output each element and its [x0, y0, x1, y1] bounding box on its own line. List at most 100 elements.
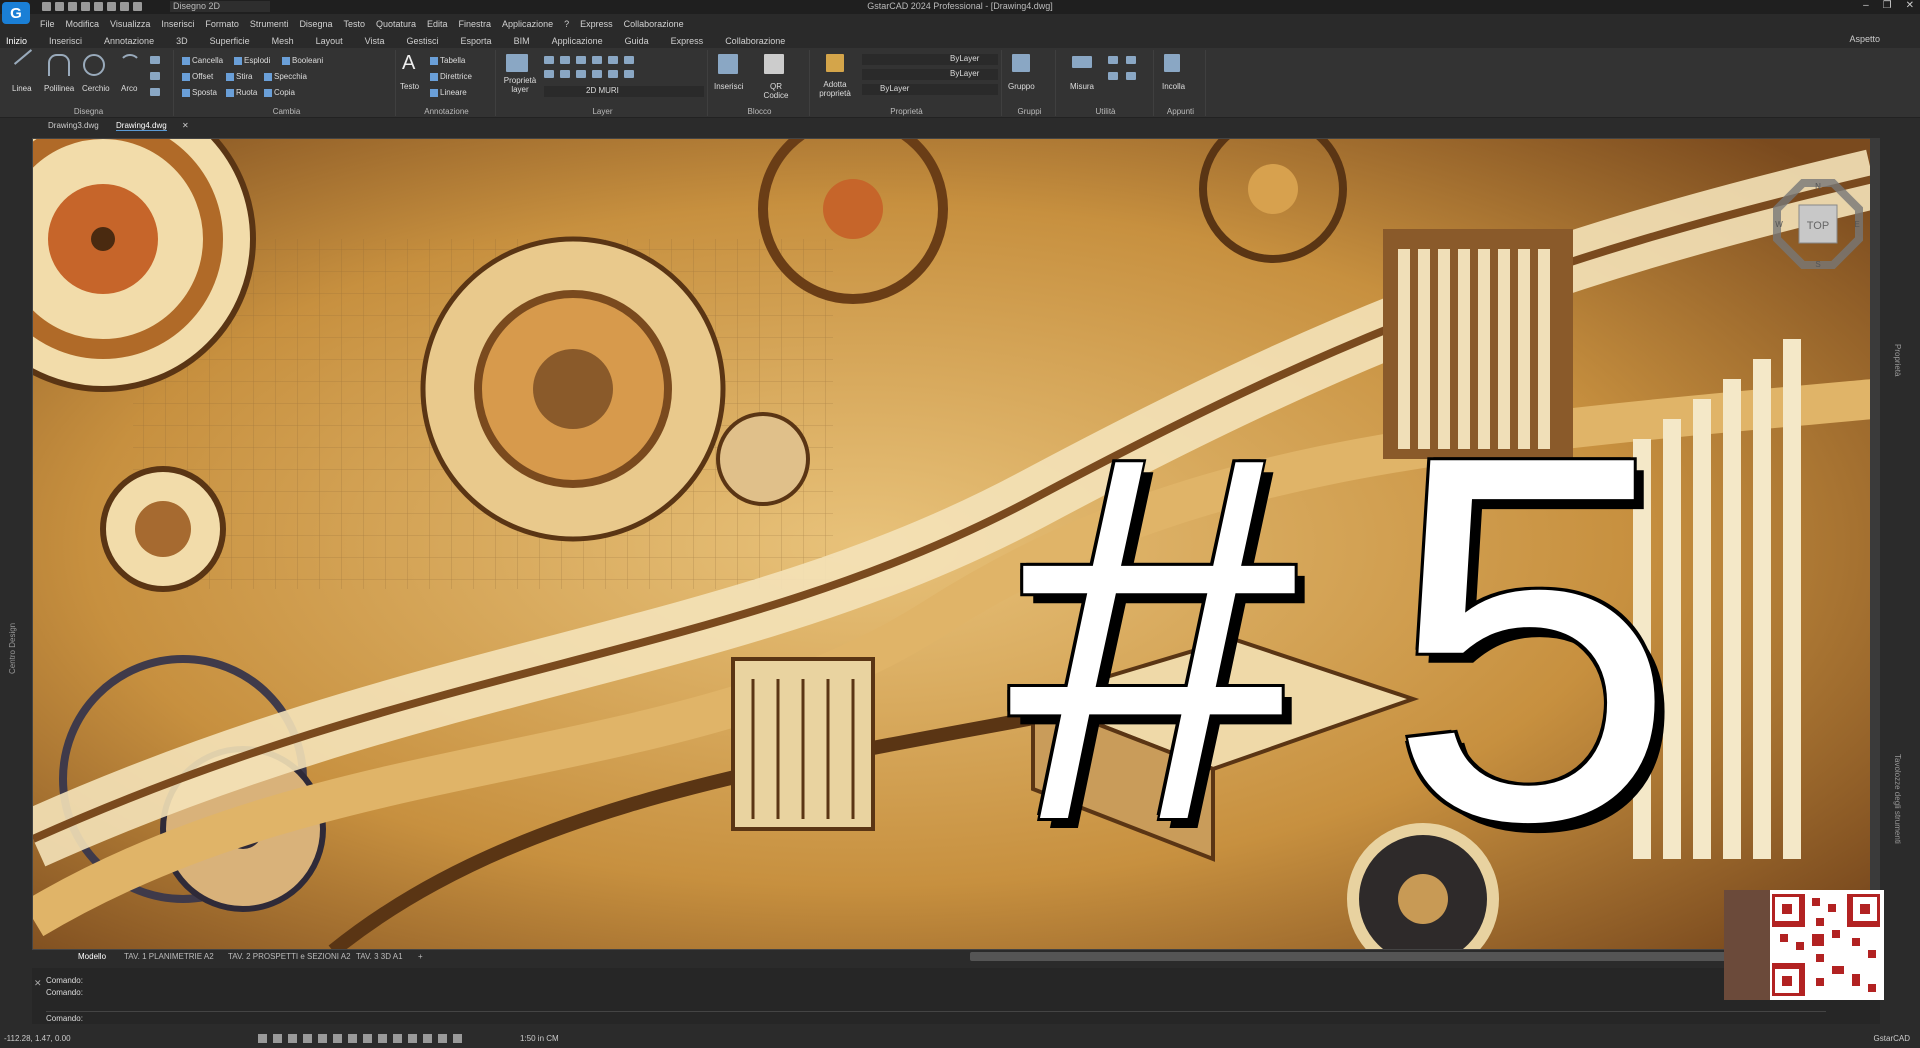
- region-icon[interactable]: [150, 88, 160, 96]
- layer-tool-icon[interactable]: [576, 56, 586, 64]
- rectangle-icon[interactable]: [150, 72, 160, 80]
- tab-annotazione[interactable]: Annotazione: [104, 36, 154, 46]
- hatch-icon[interactable]: [150, 56, 160, 64]
- otrack-toggle-icon[interactable]: [333, 1034, 342, 1043]
- tab-express[interactable]: Express: [671, 36, 704, 46]
- snap-toggle-icon[interactable]: [273, 1034, 282, 1043]
- tab-tav3[interactable]: TAV. 3 3D A1: [356, 952, 403, 961]
- tab-esporta[interactable]: Esporta: [461, 36, 492, 46]
- tab-inizio[interactable]: Inizio: [6, 36, 27, 46]
- utility-icon[interactable]: [1126, 56, 1136, 64]
- transparency-toggle-icon[interactable]: [393, 1034, 402, 1043]
- viewcube-top-label[interactable]: TOP: [1807, 220, 1829, 232]
- tab-collaborazione[interactable]: Collaborazione: [725, 36, 785, 46]
- minimize-button[interactable]: –: [1863, 0, 1869, 11]
- model-space-icon[interactable]: [423, 1034, 432, 1043]
- osnap-toggle-icon[interactable]: [318, 1034, 327, 1043]
- group-button[interactable]: Gruppo: [1008, 82, 1035, 91]
- layer-properties-button[interactable]: Proprietà layer: [500, 76, 540, 94]
- tab-tav1[interactable]: TAV. 1 PLANIMETRIE A2: [124, 952, 214, 961]
- erase-button[interactable]: Cancella: [182, 56, 223, 65]
- paste-button[interactable]: Incolla: [1162, 82, 1185, 91]
- boolean-button[interactable]: Booleani: [282, 56, 323, 65]
- color-dropdown[interactable]: ByLayer: [862, 54, 998, 65]
- move-button[interactable]: Sposta: [182, 88, 217, 97]
- maximize-button[interactable]: ❐: [1883, 0, 1892, 11]
- command-input[interactable]: Comando:: [46, 1014, 83, 1023]
- current-layer-dropdown[interactable]: 2D MURI: [544, 86, 704, 97]
- line-tool-button[interactable]: Linea: [12, 84, 32, 93]
- doc-tab-drawing3[interactable]: Drawing3.dwg: [48, 121, 99, 130]
- linear-dim-button[interactable]: Lineare: [430, 88, 467, 97]
- menu-file[interactable]: File: [40, 19, 55, 29]
- tab-layout[interactable]: Layout: [316, 36, 343, 46]
- polar-toggle-icon[interactable]: [303, 1034, 312, 1043]
- selection-cycling-icon[interactable]: [408, 1034, 417, 1043]
- arc-tool-button[interactable]: Arco: [121, 84, 137, 93]
- close-command-icon[interactable]: ✕: [34, 978, 42, 989]
- menu-modifica[interactable]: Modifica: [66, 19, 100, 29]
- dyn-toggle-icon[interactable]: [363, 1034, 372, 1043]
- leader-button[interactable]: Direttrice: [430, 72, 472, 81]
- layer-tool-icon[interactable]: [608, 56, 618, 64]
- layer-tool-icon[interactable]: [608, 70, 618, 78]
- tab-bim[interactable]: BIM: [514, 36, 530, 46]
- design-center-label[interactable]: Centro Design: [8, 623, 17, 674]
- tab-applicazione[interactable]: Applicazione: [552, 36, 603, 46]
- menu-strumenti[interactable]: Strumenti: [250, 19, 289, 29]
- layer-tool-icon[interactable]: [560, 70, 570, 78]
- ducs-toggle-icon[interactable]: [348, 1034, 357, 1043]
- tab-guida[interactable]: Guida: [625, 36, 649, 46]
- layer-tool-icon[interactable]: [592, 70, 602, 78]
- menu-help[interactable]: ?: [564, 19, 569, 29]
- lineweight-dropdown[interactable]: ByLayer: [862, 84, 998, 95]
- properties-palette-label[interactable]: Proprietà: [1893, 344, 1902, 376]
- layer-tool-icon[interactable]: [560, 56, 570, 64]
- tab-mesh[interactable]: Mesh: [272, 36, 294, 46]
- tab-3d[interactable]: 3D: [176, 36, 188, 46]
- layer-tool-icon[interactable]: [576, 70, 586, 78]
- viewcube[interactable]: TOP N S W E: [1773, 179, 1863, 269]
- horizontal-scrollbar[interactable]: [970, 952, 1730, 961]
- layer-tool-icon[interactable]: [544, 56, 554, 64]
- annotation-scale[interactable]: 1:50 in CM: [520, 1034, 559, 1043]
- insert-block-button[interactable]: Inserisci: [714, 82, 743, 91]
- utility-icon[interactable]: [1126, 72, 1136, 80]
- tab-inserisci[interactable]: Inserisci: [49, 36, 82, 46]
- menu-express[interactable]: Express: [580, 19, 613, 29]
- layer-tool-icon[interactable]: [592, 56, 602, 64]
- ortho-toggle-icon[interactable]: [288, 1034, 297, 1043]
- copy-button[interactable]: Copia: [264, 88, 295, 97]
- menu-testo[interactable]: Testo: [343, 19, 365, 29]
- match-properties-button[interactable]: Adotta proprietà: [816, 80, 854, 98]
- tab-vista[interactable]: Vista: [365, 36, 385, 46]
- polyline-tool-button[interactable]: Polilinea: [44, 84, 74, 93]
- menu-formato[interactable]: Formato: [205, 19, 239, 29]
- layer-tool-icon[interactable]: [544, 70, 554, 78]
- menu-inserisci[interactable]: Inserisci: [161, 19, 194, 29]
- stretch-button[interactable]: Stira: [226, 72, 252, 81]
- menu-disegna[interactable]: Disegna: [299, 19, 332, 29]
- lineweight-toggle-icon[interactable]: [378, 1034, 387, 1043]
- menu-finestra[interactable]: Finestra: [459, 19, 492, 29]
- vertical-scrollbar[interactable]: [1870, 138, 1880, 950]
- viewcube-east-label[interactable]: E: [1854, 220, 1859, 229]
- viewcube-north-label[interactable]: N: [1815, 182, 1821, 191]
- layer-tool-icon[interactable]: [624, 56, 634, 64]
- viewcube-west-label[interactable]: W: [1775, 220, 1783, 229]
- close-tab-icon[interactable]: ✕: [182, 121, 189, 130]
- appearance-menu[interactable]: Aspetto: [1849, 34, 1880, 44]
- tab-gestisci[interactable]: Gestisci: [407, 36, 439, 46]
- tab-modello[interactable]: Modello: [78, 952, 106, 961]
- annotation-icon[interactable]: [438, 1034, 447, 1043]
- text-tool-button[interactable]: Testo: [400, 82, 419, 91]
- offset-button[interactable]: Offset: [182, 72, 213, 81]
- app-logo-icon[interactable]: G: [2, 2, 30, 24]
- circle-tool-button[interactable]: Cerchio: [82, 84, 110, 93]
- menu-quotatura[interactable]: Quotatura: [376, 19, 416, 29]
- qr-code-button[interactable]: QR Codice: [760, 82, 792, 100]
- viewcube-south-label[interactable]: S: [1815, 260, 1820, 269]
- rotate-button[interactable]: Ruota: [226, 88, 257, 97]
- doc-tab-drawing4[interactable]: Drawing4.dwg: [116, 121, 167, 131]
- menu-visualizza[interactable]: Visualizza: [110, 19, 150, 29]
